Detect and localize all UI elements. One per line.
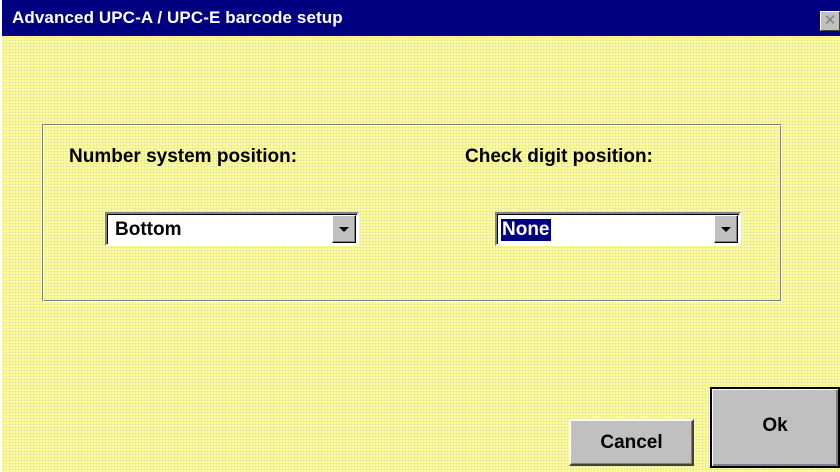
dialog-window: Advanced UPC-A / UPC-E barcode setup ✕ N…	[0, 0, 840, 472]
chevron-down-icon	[339, 227, 349, 232]
window-title: Advanced UPC-A / UPC-E barcode setup	[12, 8, 343, 27]
check-digit-position-value: None	[500, 218, 552, 242]
check-digit-position-select[interactable]: None	[495, 212, 741, 246]
number-system-position-value: Bottom	[115, 219, 182, 240]
close-icon: ✕	[823, 12, 837, 29]
ok-button[interactable]: Ok	[710, 387, 840, 468]
number-system-position-select[interactable]: Bottom	[105, 212, 359, 246]
close-button[interactable]: ✕	[820, 11, 840, 31]
chevron-down-icon	[721, 227, 731, 232]
number-system-dropdown-button[interactable]	[332, 215, 356, 243]
number-system-position-label: Number system position:	[69, 146, 298, 167]
cancel-button[interactable]: Cancel	[569, 419, 694, 466]
check-digit-position-label: Check digit position:	[465, 146, 653, 167]
title-bar[interactable]: Advanced UPC-A / UPC-E barcode setup ✕	[2, 0, 840, 36]
check-digit-dropdown-button[interactable]	[714, 215, 738, 243]
